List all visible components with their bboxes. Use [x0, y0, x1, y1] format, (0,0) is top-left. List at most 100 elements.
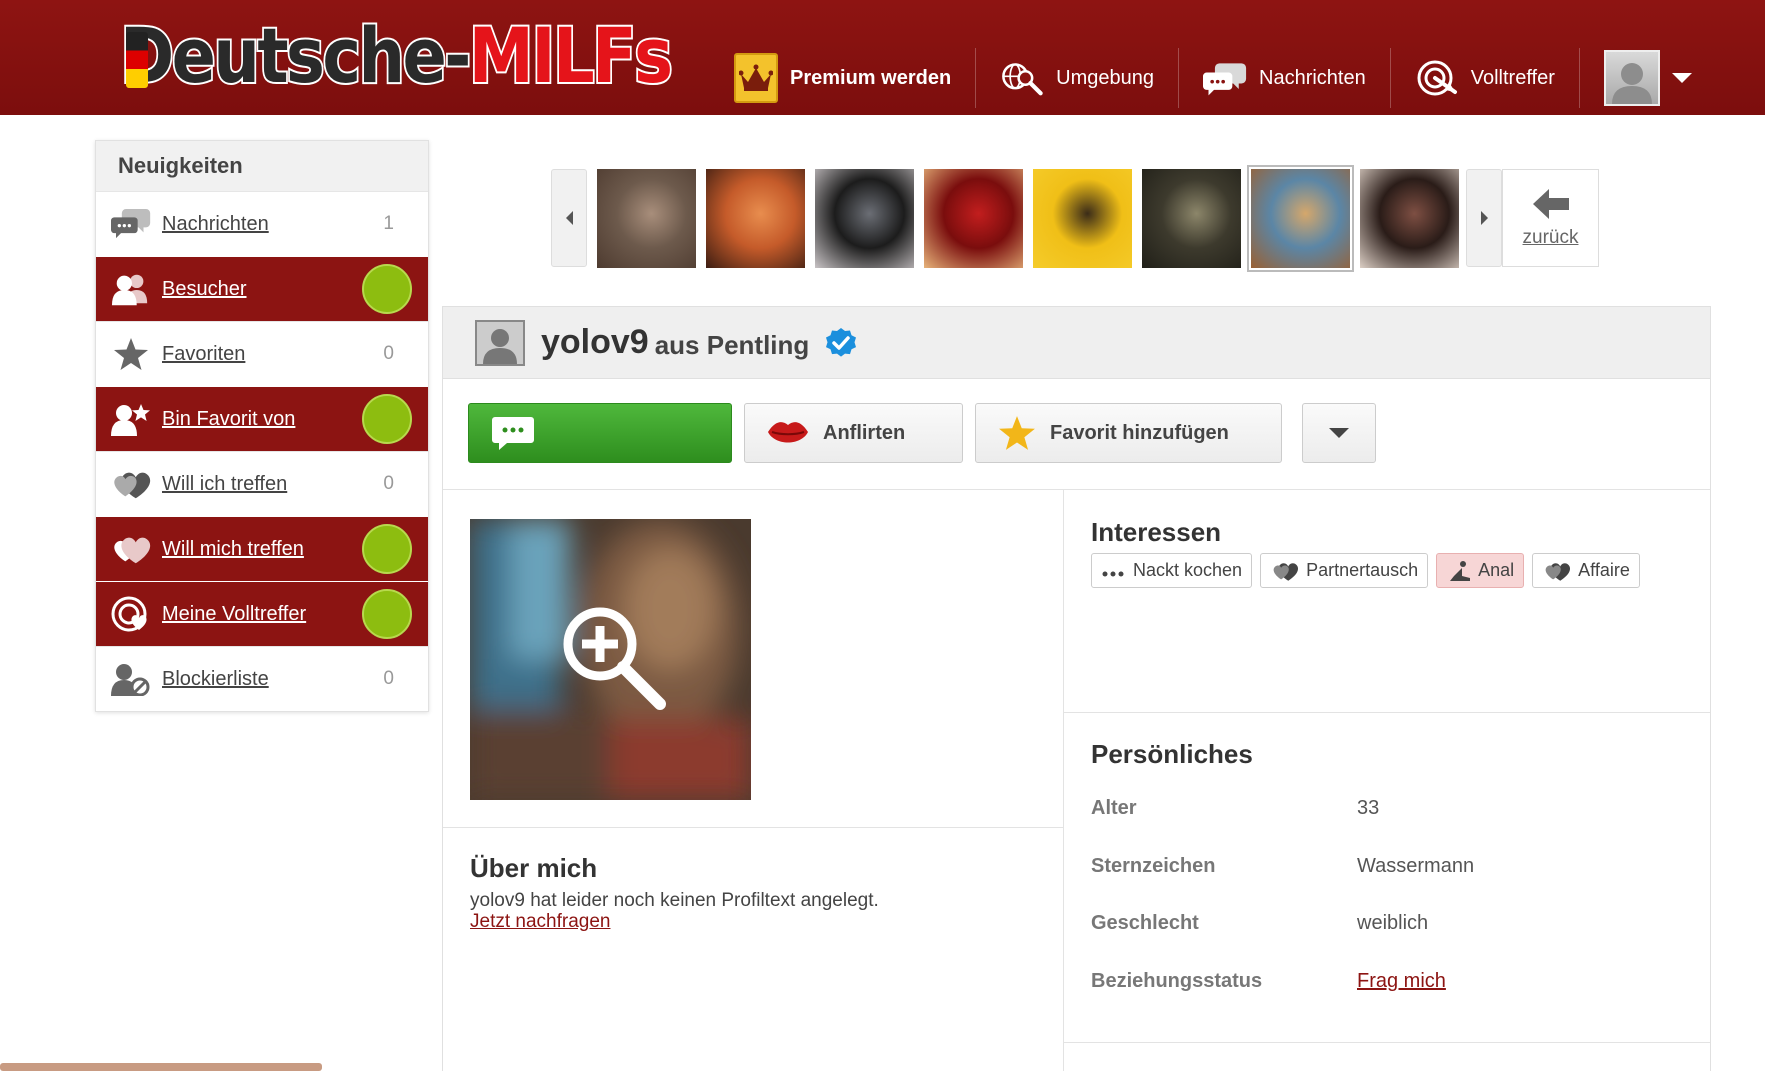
lips-icon — [767, 419, 809, 447]
sidebar-item-count: 1 — [383, 213, 394, 234]
profile-header: yolov9 aus Pentling — [443, 307, 1710, 379]
sidebar-item-label: Bin Favorit von — [162, 407, 296, 430]
german-flag-icon — [126, 32, 148, 88]
chat-bubbles-icon — [1203, 56, 1247, 100]
sidebar-item-blockierliste[interactable]: Blockierliste 0 — [96, 646, 428, 711]
status-indicator — [362, 394, 412, 444]
target-icon — [1415, 56, 1459, 100]
ask-me-link[interactable]: Frag mich — [1357, 970, 1446, 993]
star-icon — [998, 415, 1036, 451]
personal-row-value: Wassermann — [1357, 855, 1475, 877]
sidebar-item-label: Nachrichten — [162, 212, 269, 235]
gallery-thumbnail[interactable] — [706, 168, 805, 268]
interest-tag[interactable]: Nackt kochen — [1091, 553, 1253, 588]
nav-nachrichten[interactable]: Nachrichten — [1178, 48, 1390, 108]
sidebar-item-nachrichten[interactable]: Nachrichten 1 — [96, 191, 428, 256]
user-menu[interactable] — [1578, 48, 1716, 108]
column-divider — [1063, 489, 1064, 1071]
personal-row-label: Alter — [1091, 797, 1137, 819]
sidebar-item-count: 0 — [383, 343, 394, 364]
star-icon — [111, 334, 151, 374]
nav-premium-label: Premium werden — [790, 66, 952, 89]
target-heart-icon — [111, 594, 151, 634]
send-message-button[interactable] — [468, 403, 732, 463]
divider — [443, 827, 1063, 828]
nav-nachrichten-label: Nachrichten — [1259, 66, 1366, 89]
arrow-left-icon — [1532, 189, 1569, 219]
sidebar-item-label: Will mich treffen — [162, 537, 304, 560]
flirt-button[interactable]: Anflirten — [744, 403, 963, 463]
sidebar-item-will-mich-treffen[interactable]: Will mich treffen — [96, 516, 428, 581]
profile-actions: Anflirten Favorit hinzufügen — [468, 403, 1388, 463]
ask-now-link[interactable]: Jetzt nachfragen — [470, 911, 610, 933]
interest-tag-label: Partnertausch — [1306, 560, 1419, 580]
sidebar-item-besucher[interactable]: Besucher — [96, 256, 428, 321]
personal-row-label: Geschlecht — [1091, 912, 1199, 934]
sidebar-item-bin-favorit-von[interactable]: Bin Favorit von — [96, 386, 428, 451]
zoom-in-icon — [563, 607, 666, 710]
sidebar-item-meine-volltreffer[interactable]: Meine Volltreffer — [96, 581, 428, 646]
news-sidebar: Neuigkeiten Nachrichten 1 Besucher Favor… — [95, 140, 429, 712]
chevron-down-icon — [1329, 428, 1349, 438]
chat-bubbles-icon — [111, 204, 151, 244]
top-header: Deutsche-MILFs Premium werden Umgebung N… — [0, 0, 1765, 115]
crown-icon — [734, 53, 778, 103]
interest-tag-label: Affaire — [1578, 560, 1630, 580]
sidebar-item-label: Blockierliste — [162, 667, 269, 690]
user-blocked-icon — [111, 659, 151, 699]
position-icon — [1446, 560, 1472, 582]
status-indicator — [362, 589, 412, 639]
profile-username: yolov9 — [541, 323, 649, 361]
user-star-icon — [111, 399, 151, 439]
sidebar-item-label: Will ich treffen — [162, 472, 288, 495]
gallery-thumbnail[interactable] — [1142, 168, 1241, 268]
gallery-thumbnail[interactable] — [1033, 168, 1132, 268]
more-actions-dropdown[interactable] — [1302, 403, 1376, 463]
nav-volltreffer[interactable]: Volltreffer — [1389, 48, 1579, 108]
divider — [1063, 1042, 1710, 1043]
add-favorite-button[interactable]: Favorit hinzufügen — [975, 403, 1282, 463]
interest-tag[interactable]: Anal — [1436, 553, 1525, 588]
nav-umgebung[interactable]: Umgebung — [975, 48, 1178, 108]
bottom-scroll-indicator — [0, 1063, 322, 1071]
gallery-thumbnail[interactable] — [815, 168, 914, 268]
gallery-thumbnail[interactable] — [1247, 164, 1354, 272]
personal-title: Persönliches — [1091, 739, 1253, 769]
sidebar-title: Neuigkeiten — [96, 141, 428, 191]
verified-badge-icon — [826, 327, 857, 357]
chevron-down-icon — [1671, 73, 1692, 83]
personal-row-label: Sternzeichen — [1091, 855, 1216, 877]
status-indicator — [362, 264, 412, 314]
profile-avatar-icon — [475, 319, 525, 366]
nav-premium[interactable]: Premium werden — [710, 48, 975, 108]
sidebar-item-favoriten[interactable]: Favoriten 0 — [96, 321, 428, 386]
interest-tag[interactable]: Partnertausch — [1260, 553, 1429, 588]
chevron-right-icon — [1480, 211, 1488, 225]
add-favorite-button-label: Favorit hinzufügen — [1050, 421, 1229, 444]
interest-tag-label: Anal — [1478, 560, 1515, 580]
site-logo[interactable]: Deutsche-MILFs — [118, 6, 760, 106]
photo-gallery-strip — [551, 164, 1502, 272]
chat-bubble-icon — [491, 415, 535, 451]
interest-tag[interactable]: Affaire — [1532, 553, 1640, 588]
sidebar-item-will-ich-treffen[interactable]: Will ich treffen 0 — [96, 451, 428, 516]
about-text: yolov9 hat leider noch keinen Profiltext… — [470, 890, 879, 911]
gallery-prev-button[interactable] — [551, 169, 587, 267]
visitors-icon — [111, 269, 151, 309]
back-button[interactable]: zurück — [1502, 169, 1599, 267]
sidebar-item-count: 0 — [383, 668, 394, 689]
logo-text-part2: MILFs — [467, 11, 675, 100]
dots-icon — [1101, 564, 1127, 578]
logo-text-part1: Deutsche- — [118, 11, 473, 100]
profile-main-photo[interactable] — [470, 519, 751, 800]
flirt-button-label: Anflirten — [823, 421, 906, 444]
interest-tags: Nackt kochen Partnertausch Anal Affaire — [1091, 553, 1648, 588]
gallery-thumbnail[interactable] — [597, 168, 696, 268]
sidebar-item-count: 0 — [383, 473, 394, 494]
gallery-thumbnail[interactable] — [1360, 168, 1459, 268]
gallery-next-button[interactable] — [1466, 169, 1502, 267]
gallery-thumbnail[interactable] — [924, 168, 1023, 268]
avatar — [1603, 50, 1660, 106]
nav-umgebung-label: Umgebung — [1056, 66, 1155, 89]
sidebar-item-label: Meine Volltreffer — [162, 602, 307, 625]
